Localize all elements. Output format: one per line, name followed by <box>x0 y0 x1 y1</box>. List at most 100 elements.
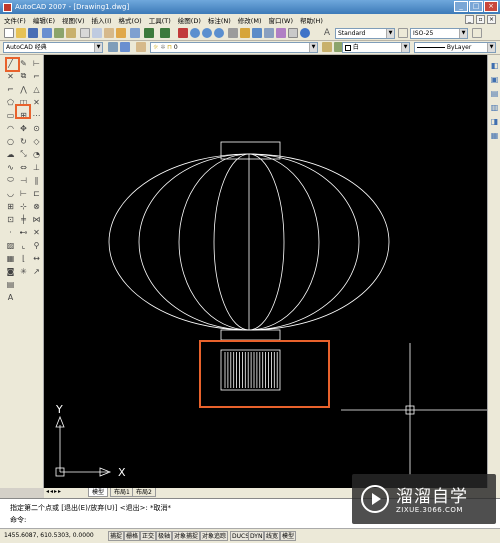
make-current-layer-icon[interactable] <box>322 42 332 52</box>
dyn-toggle[interactable]: DYN <box>248 531 265 541</box>
snap-none-icon[interactable]: ✕ <box>30 226 43 238</box>
polar-toggle[interactable]: 极轴 <box>156 531 173 541</box>
tab-nav-arrows-icon[interactable]: ◂◂▸▸ <box>46 488 62 495</box>
trim-icon[interactable]: ⊣ <box>17 174 30 186</box>
snap-nearest-icon[interactable]: ⋈ <box>30 213 43 225</box>
linetype-select[interactable]: ByLayer ▼ <box>414 42 496 53</box>
print-preview-icon[interactable] <box>54 28 64 38</box>
menu-file[interactable]: 文件(F) <box>4 15 26 25</box>
snap-extension-icon[interactable]: ⋯ <box>30 109 43 121</box>
cut-icon[interactable] <box>80 28 90 38</box>
chamfer-icon[interactable]: ⌞ <box>17 239 30 251</box>
open-folder-icon[interactable] <box>16 28 26 38</box>
workspace-select[interactable]: AutoCAD 经典 ▼ <box>3 42 103 53</box>
menu-window[interactable]: 窗口(W) <box>268 15 293 25</box>
save-icon[interactable] <box>28 28 38 38</box>
scale-icon[interactable]: ⤡ <box>17 148 30 160</box>
view-icon[interactable]: ◧ <box>488 59 500 71</box>
snap-node-icon[interactable]: ⊗ <box>30 200 43 212</box>
otrack-toggle[interactable]: 对象追踪 <box>200 531 229 541</box>
tab-layout2[interactable]: 布局2 <box>132 488 156 497</box>
region-icon[interactable]: ◙ <box>4 265 17 277</box>
menu-insert[interactable]: 插入(I) <box>92 15 112 25</box>
snap-toggle[interactable]: 捕捉 <box>108 531 125 541</box>
join-icon[interactable]: ⊷ <box>17 226 30 238</box>
revision-cloud-icon[interactable]: ☁ <box>4 148 17 160</box>
minimize-button[interactable]: _ <box>454 1 468 12</box>
circle-icon[interactable]: ○ <box>4 135 17 147</box>
coordinate-readout[interactable]: 1455.6087, 610.5303, 0.0000 <box>3 531 95 541</box>
object-snap-tracking-icon[interactable]: ⊢ <box>30 57 43 69</box>
multiline-text-icon[interactable]: A <box>4 291 17 303</box>
menu-draw[interactable]: 绘图(D) <box>178 15 201 25</box>
polyline-icon[interactable]: ⌐ <box>4 83 17 95</box>
snap-quadrant-icon[interactable]: ◇ <box>30 135 43 147</box>
tool-palettes-icon[interactable] <box>252 28 262 38</box>
undo-icon[interactable] <box>144 28 154 38</box>
ortho-toggle[interactable]: 正交 <box>140 531 157 541</box>
autocad-app-icon[interactable] <box>3 2 12 12</box>
rotate-icon[interactable]: ↻ <box>17 135 30 147</box>
model-toggle[interactable]: 模型 <box>280 531 297 541</box>
spline-icon[interactable]: ∿ <box>4 161 17 173</box>
hatch-icon[interactable]: ▨ <box>4 239 17 251</box>
sheet-set-icon[interactable] <box>264 28 274 38</box>
copy-icon[interactable] <box>92 28 102 38</box>
drawing-canvas[interactable]: Y X <box>44 55 487 488</box>
grid-toggle[interactable]: 栅格 <box>124 531 141 541</box>
osnap-settings-icon[interactable]: ⚲ <box>30 239 43 251</box>
osnap-toggle[interactable]: 对象捕捉 <box>172 531 201 541</box>
menu-dimension[interactable]: 标注(N) <box>208 15 231 25</box>
gradient-icon[interactable]: ▦ <box>4 252 17 264</box>
tab-model[interactable]: 模型 <box>88 488 109 497</box>
break-icon[interactable]: ╪ <box>17 213 30 225</box>
fillet-icon[interactable]: ⌊ <box>17 252 30 264</box>
snap-tangent-icon[interactable]: ◔ <box>30 148 43 160</box>
design-center-icon[interactable] <box>240 28 250 38</box>
snap-insert-icon[interactable]: ⊏ <box>30 187 43 199</box>
close-button[interactable]: × <box>484 1 498 12</box>
snap-perpendicular-icon[interactable]: ⊥ <box>30 161 43 173</box>
menu-help[interactable]: 帮助(H) <box>300 15 323 25</box>
tab-layout1[interactable]: 布局1 <box>110 488 134 497</box>
workspace-settings-icon[interactable] <box>108 42 118 52</box>
publish-icon[interactable] <box>66 28 76 38</box>
zoom-window-icon[interactable] <box>202 28 212 38</box>
menu-format[interactable]: 格式(O) <box>119 15 142 25</box>
layer-select[interactable]: ☼ ✲ ⊓ 0 ▼ <box>150 42 318 53</box>
dimension-icon[interactable]: ↔ <box>30 252 43 264</box>
block-editor-icon[interactable] <box>130 28 140 38</box>
stretch-icon[interactable]: ⇔ <box>17 161 30 173</box>
extend-icon[interactable]: ⊢ <box>17 187 30 199</box>
leader-icon[interactable]: ↗ <box>30 265 43 277</box>
doc-restore-icon[interactable]: ▫ <box>476 15 485 24</box>
redo-icon[interactable] <box>160 28 170 38</box>
dim-style-select[interactable]: ISO-25 ▼ <box>410 28 468 39</box>
snap-midpoint-icon[interactable]: △ <box>30 83 43 95</box>
side-view-icon[interactable]: ▤ <box>488 87 500 99</box>
doc-minimize-icon[interactable]: _ <box>465 15 474 24</box>
top-view-icon[interactable]: ▥ <box>488 101 500 113</box>
match-properties-icon[interactable] <box>116 28 126 38</box>
quick-calc-icon[interactable] <box>288 28 298 38</box>
pan-icon[interactable] <box>178 28 188 38</box>
save-workspace-icon[interactable] <box>120 42 130 52</box>
paste-icon[interactable] <box>104 28 114 38</box>
snap-endpoint-icon[interactable]: ⌐ <box>30 70 43 82</box>
menu-modify[interactable]: 修改(M) <box>238 15 262 25</box>
ellipse-icon[interactable]: ⬭ <box>4 174 17 186</box>
snap-intersection-icon[interactable]: ✕ <box>30 96 43 108</box>
color-select[interactable]: 白 ▼ <box>342 42 410 53</box>
insert-block-icon[interactable]: ⊞ <box>4 200 17 212</box>
break-at-point-icon[interactable]: ⊹ <box>17 200 30 212</box>
menu-view[interactable]: 视图(V) <box>62 15 85 25</box>
properties-icon[interactable] <box>228 28 238 38</box>
new-file-icon[interactable] <box>4 28 14 38</box>
lineweight-toggle[interactable]: 线宽 <box>264 531 281 541</box>
doc-close-icon[interactable]: × <box>487 15 496 24</box>
maximize-button[interactable]: □ <box>469 1 483 12</box>
arc-icon[interactable]: ◠ <box>4 122 17 134</box>
explode-icon[interactable]: ✳ <box>17 265 30 277</box>
front-view-icon[interactable]: ▣ <box>488 73 500 85</box>
text-style-select[interactable]: Standard ▼ <box>335 28 395 39</box>
